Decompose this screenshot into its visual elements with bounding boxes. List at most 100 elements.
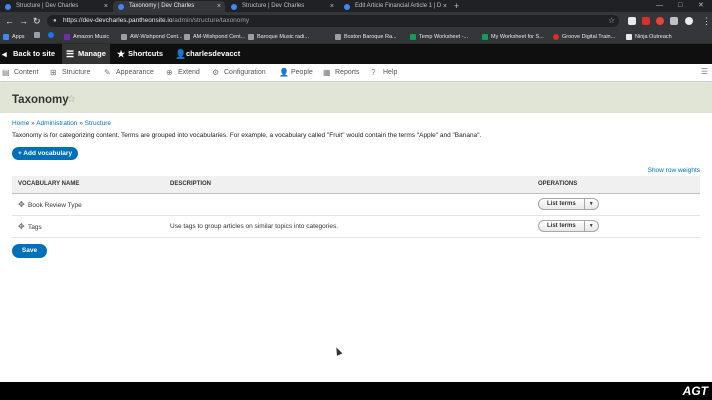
extensions-puzzle-icon[interactable]	[670, 17, 678, 25]
bookmark-item[interactable]	[48, 32, 54, 42]
bookmark-star-icon[interactable]: ☆	[608, 15, 615, 27]
profile-avatar-icon[interactable]	[685, 17, 693, 25]
shortcuts-tab[interactable]: ★ Shortcuts	[117, 44, 163, 64]
user-tab[interactable]: 👤 charlesdevacct	[175, 44, 240, 64]
bookmark-label: Groove Digital Train...	[562, 34, 616, 40]
address-bar-row: ← → ↻ ● https://dev-devcharles.pantheonsi…	[0, 12, 712, 30]
reload-icon[interactable]: ↻	[33, 15, 41, 27]
wrench-icon: ⚙	[212, 68, 220, 77]
tray-label: Appearance	[116, 69, 154, 76]
lock-icon: ●	[53, 18, 57, 24]
drag-handle-icon[interactable]: ✥	[18, 200, 28, 209]
browser-tab[interactable]: Structure | Dev Charles ×	[226, 1, 338, 12]
breadcrumb-link[interactable]: Administration	[36, 120, 77, 127]
column-header-description: DESCRIPTION	[164, 176, 532, 194]
list-terms-button[interactable]: List terms	[539, 221, 585, 231]
bookmark-icon	[482, 34, 488, 40]
vocabulary-table: VOCABULARY NAME DESCRIPTION OPERATIONS ✥…	[12, 176, 700, 238]
extension-icon[interactable]	[656, 17, 664, 25]
tray-label: Help	[383, 69, 398, 76]
vocabulary-description: Use tags to group articles on similar to…	[164, 215, 532, 238]
bookmark-item[interactable]	[34, 32, 42, 42]
favicon-icon	[5, 4, 11, 10]
bookmark-item[interactable]: Temp Worksheet -...	[410, 32, 468, 42]
tray-orientation-icon[interactable]: ☰	[701, 67, 708, 76]
list-terms-button[interactable]: List terms	[539, 199, 585, 209]
bookmark-item[interactable]: Amazon Music	[64, 32, 109, 42]
chevron-down-icon[interactable]: ▼	[585, 221, 598, 231]
page-description: Taxonomy is for categorizing content. Te…	[12, 132, 482, 139]
bookmark-label: Amazon Music	[73, 34, 110, 40]
bookmark-icon	[48, 32, 54, 38]
close-tab-icon[interactable]: ×	[330, 1, 334, 12]
url-path: /admin/structure/taxonomy	[172, 17, 250, 24]
admin-tray: ▤ Content ⊞ Structure ✎ Appearance ⊕ Extend …	[0, 64, 712, 82]
page-title: Taxonomy	[12, 94, 69, 106]
show-row-weights-link[interactable]: Show row weights	[648, 167, 700, 174]
url-input[interactable]: ● https://dev-devcharles.pantheonsite.io/…	[47, 15, 619, 27]
shortcuts-label: Shortcuts	[128, 49, 164, 58]
extension-icon[interactable]	[642, 17, 650, 25]
browser-tab-active[interactable]: Taxonomy | Dev Charles ×	[113, 1, 225, 12]
tray-item-help[interactable]: ? Help	[371, 64, 397, 82]
close-tab-icon[interactable]: ×	[217, 1, 221, 12]
back-arrow-icon: ◂	[2, 49, 7, 59]
close-tab-icon[interactable]: ×	[104, 1, 108, 12]
column-header-name: VOCABULARY NAME	[12, 176, 164, 194]
favicon-icon	[231, 4, 237, 10]
bookmarks-bar: Apps Amazon Music AW-Wishpond Cent... AM…	[0, 30, 712, 44]
forward-arrow-icon[interactable]: →	[19, 15, 28, 27]
breadcrumb-link[interactable]: Home	[12, 120, 29, 127]
add-vocabulary-button[interactable]: + Add vocabulary	[12, 147, 78, 160]
drag-handle-icon[interactable]: ✥	[18, 222, 28, 231]
maximize-icon[interactable]: □	[678, 0, 682, 12]
table-row: ✥ Tags Use tags to group articles on simi…	[12, 215, 700, 238]
content-icon: ▤	[2, 68, 10, 77]
tray-item-reports[interactable]: ▦ Reports	[323, 64, 360, 82]
tab-title: Taxonomy | Dev Charles	[129, 3, 195, 9]
extension-icon[interactable]	[628, 17, 636, 25]
list-terms-dropbutton: List terms ▼	[538, 198, 599, 210]
bookmark-item[interactable]: Ninja Outreach	[626, 32, 672, 42]
back-arrow-icon[interactable]: ←	[5, 15, 14, 27]
tray-item-appearance[interactable]: ✎ Appearance	[104, 64, 154, 82]
page-header: Taxonomy ☆	[0, 83, 712, 113]
browser-tab[interactable]: Edit Article Financial Article 1 | D ×	[339, 1, 451, 12]
new-tab-icon[interactable]: +	[454, 0, 459, 12]
tray-item-extend[interactable]: ⊕ Extend	[166, 64, 200, 82]
back-to-site-link[interactable]: ◂ Back to site	[2, 44, 55, 64]
browser-menu-icon[interactable]: ⋮	[702, 15, 711, 27]
tray-item-content[interactable]: ▤ Content	[2, 64, 39, 82]
bookmark-label: Ninja Outreach	[635, 34, 672, 40]
browser-tab[interactable]: Structure | Dev Charles ×	[0, 1, 112, 12]
bookmark-item[interactable]: Groove Digital Train...	[553, 32, 615, 42]
bookmark-item[interactable]: My Worksheet for S...	[482, 32, 544, 42]
bookmark-item[interactable]: Apps	[3, 32, 25, 42]
bookmark-item[interactable]: Boston Baroque Ra...	[335, 32, 397, 42]
bookmark-item[interactable]: Baroque Music radi...	[248, 32, 309, 42]
breadcrumb-link[interactable]: Structure	[85, 120, 111, 127]
chevron-down-icon[interactable]: ▼	[585, 199, 598, 209]
bookmark-icon	[34, 32, 40, 38]
tray-item-structure[interactable]: ⊞ Structure	[50, 64, 90, 82]
bookmark-icon	[410, 34, 416, 40]
bookmark-icon	[626, 34, 632, 40]
breadcrumb: Home » Administration » Structure	[12, 120, 111, 127]
close-tab-icon[interactable]: ×	[443, 1, 447, 12]
vocabulary-name-cell: ✥ Tags	[12, 215, 164, 238]
bookmark-icon	[335, 34, 341, 40]
tray-item-configuration[interactable]: ⚙ Configuration	[212, 64, 266, 82]
minimize-icon[interactable]: —	[656, 0, 663, 12]
close-window-icon[interactable]: ✕	[698, 0, 704, 12]
column-header-operations: OPERATIONS	[532, 176, 700, 194]
bookmark-label: Boston Baroque Ra...	[344, 34, 397, 40]
bookmark-item[interactable]: AM-Wishpond Cent...	[184, 32, 245, 42]
bookmark-item[interactable]: AW-Wishpond Cent...	[121, 32, 183, 42]
manage-tab[interactable]: ☰ Manage	[62, 44, 110, 64]
save-button[interactable]: Save	[12, 244, 47, 258]
reports-icon: ▦	[323, 68, 331, 77]
shortcut-star-icon[interactable]: ☆	[67, 94, 76, 105]
tab-title: Edit Article Financial Article 1 | D	[355, 3, 442, 9]
tray-item-people[interactable]: 👤 People	[279, 64, 313, 82]
menu-icon: ☰	[66, 49, 75, 59]
